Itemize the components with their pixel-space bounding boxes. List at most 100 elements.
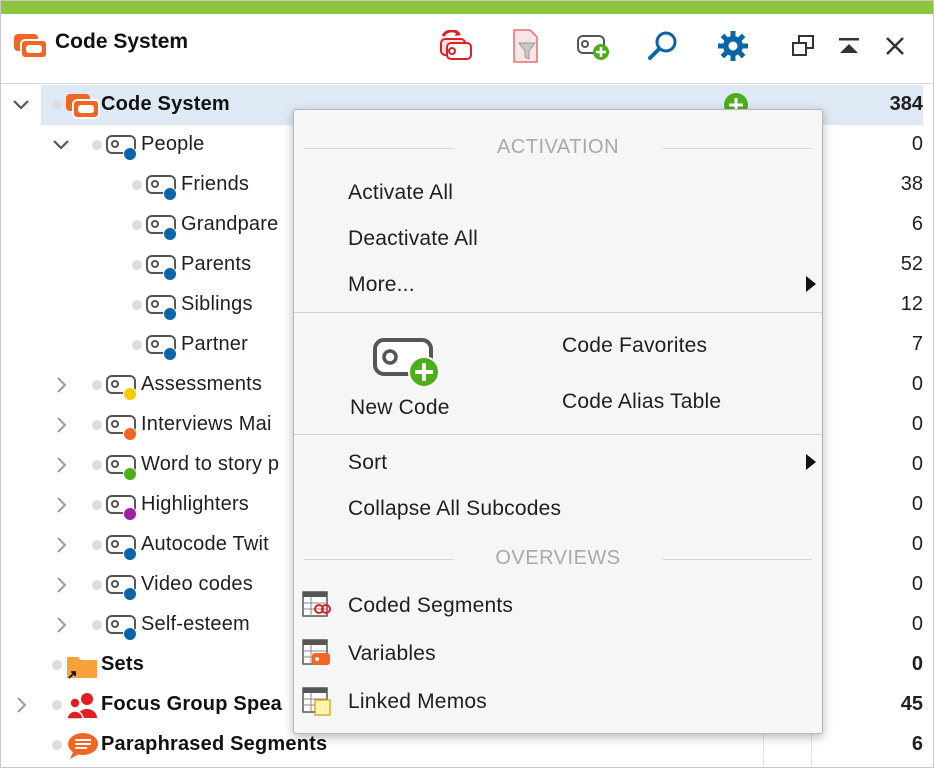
menu-section-header: ACTIVATION <box>294 136 822 159</box>
code-system-window: Code System Code System 384 People 0 Fri… <box>0 0 934 768</box>
folder-icon <box>67 657 97 679</box>
code-tag-icon <box>146 335 177 361</box>
menu-linked-memos[interactable]: Linked Memos <box>348 690 487 714</box>
menu-coded-segments[interactable]: Coded Segments <box>348 594 513 618</box>
context-menu: ACTIVATION Activate All Deactivate All M… <box>293 109 823 734</box>
coded-segments-table-icon <box>302 591 331 617</box>
tree-label: Focus Group Spea <box>101 693 283 715</box>
code-tag-icon <box>106 415 137 441</box>
reset-activation-icon[interactable] <box>435 26 475 66</box>
activation-dot[interactable] <box>132 220 142 230</box>
tree-count: 0 <box>911 453 923 475</box>
focus-group-speakers-icon <box>66 693 97 720</box>
chevron-right-icon[interactable] <box>51 535 71 555</box>
tree-count: 45 <box>900 693 923 715</box>
tree-label: Highlighters <box>141 493 250 515</box>
tree-count: 0 <box>911 613 923 635</box>
tree-label: Word to story p <box>141 453 280 475</box>
submenu-arrow-icon <box>806 276 816 292</box>
menu-collapse-all-subcodes[interactable]: Collapse All Subcodes <box>348 497 561 521</box>
variables-table-icon <box>302 639 330 665</box>
new-code-label: New Code <box>350 396 450 419</box>
window-accent-bar <box>1 1 933 14</box>
submenu-arrow-icon <box>806 454 816 470</box>
activation-dot[interactable] <box>52 700 62 710</box>
tree-label: Sets <box>101 653 145 675</box>
menu-code-alias-table[interactable]: Code Alias Table <box>562 390 721 414</box>
tree-label: Grandpare <box>181 213 279 235</box>
chevron-right-icon[interactable] <box>51 495 71 515</box>
tree-label: Parents <box>181 253 252 275</box>
tree-count: 12 <box>900 293 923 315</box>
chevron-down-icon[interactable] <box>51 135 71 155</box>
code-tag-icon <box>106 135 137 161</box>
chevron-right-icon[interactable] <box>11 695 31 715</box>
activation-dot[interactable] <box>132 300 142 310</box>
tree-label: Paraphrased Segments <box>101 733 328 755</box>
chevron-right-icon[interactable] <box>51 575 71 595</box>
chevron-right-icon[interactable] <box>51 415 71 435</box>
menu-activate-all[interactable]: Activate All <box>348 181 453 205</box>
settings-gear-icon[interactable] <box>713 26 753 66</box>
tree-count: 38 <box>900 173 923 195</box>
code-tag-icon <box>106 495 137 521</box>
activation-dot[interactable] <box>92 140 102 150</box>
menu-code-favorites[interactable]: Code Favorites <box>562 334 707 358</box>
activation-dot[interactable] <box>52 740 62 750</box>
chevron-right-icon[interactable] <box>51 615 71 635</box>
toolbar: Code System <box>1 14 933 84</box>
menu-more[interactable]: More... <box>348 273 415 297</box>
tree-label: People <box>141 133 205 155</box>
window-title: Code System <box>55 30 189 53</box>
search-icon[interactable] <box>643 26 683 66</box>
activation-dot[interactable] <box>92 580 102 590</box>
tree-label: Interviews Mai <box>141 413 272 435</box>
collapse-window-icon[interactable] <box>829 26 869 66</box>
tree-label: Assessments <box>141 373 263 395</box>
code-system-icon <box>66 94 100 119</box>
activation-dot[interactable] <box>92 540 102 550</box>
menu-variables[interactable]: Variables <box>348 642 436 666</box>
code-tag-icon <box>106 615 137 641</box>
tree-count: 0 <box>911 493 923 515</box>
section-activation-label: ACTIVATION <box>496 136 620 158</box>
linked-memos-table-icon <box>302 687 331 716</box>
menu-deactivate-all[interactable]: Deactivate All <box>348 227 478 251</box>
tree-label: Friends <box>181 173 250 195</box>
undock-window-icon[interactable] <box>783 26 823 66</box>
activation-dot[interactable] <box>132 180 142 190</box>
code-tag-icon <box>146 255 177 281</box>
menu-separator <box>294 312 822 313</box>
tree-count: 0 <box>911 413 923 435</box>
activation-dot[interactable] <box>92 420 102 430</box>
close-icon[interactable] <box>875 26 915 66</box>
code-system-logo-icon <box>14 34 48 59</box>
activation-dot[interactable] <box>52 100 62 110</box>
code-tag-icon <box>146 215 177 241</box>
tree-label: Self-esteem <box>141 613 250 635</box>
activation-dot[interactable] <box>92 620 102 630</box>
activation-dot[interactable] <box>132 260 142 270</box>
activation-dot[interactable] <box>92 500 102 510</box>
activation-dot[interactable] <box>92 460 102 470</box>
tree-count: 6 <box>911 213 923 235</box>
tree-count: 7 <box>911 333 923 355</box>
tree-count: 52 <box>900 253 923 275</box>
menu-section-header: OVERVIEWS <box>294 547 822 570</box>
tree-label: Video codes <box>141 573 253 595</box>
tree-count: 6 <box>911 733 923 755</box>
tree-count: 0 <box>911 373 923 395</box>
tree-count: 0 <box>911 133 923 155</box>
menu-sort[interactable]: Sort <box>348 451 387 475</box>
activation-dot[interactable] <box>92 380 102 390</box>
activation-dot[interactable] <box>52 660 62 670</box>
filter-icon[interactable] <box>505 26 545 66</box>
chevron-right-icon[interactable] <box>51 375 71 395</box>
activation-dot[interactable] <box>132 340 142 350</box>
chevron-down-icon[interactable] <box>11 95 31 115</box>
code-tag-icon <box>146 175 177 201</box>
new-code-icon[interactable] <box>573 26 613 66</box>
tree-count: 0 <box>911 533 923 555</box>
chevron-right-icon[interactable] <box>51 455 71 475</box>
menu-new-code[interactable]: New Code <box>334 324 484 424</box>
